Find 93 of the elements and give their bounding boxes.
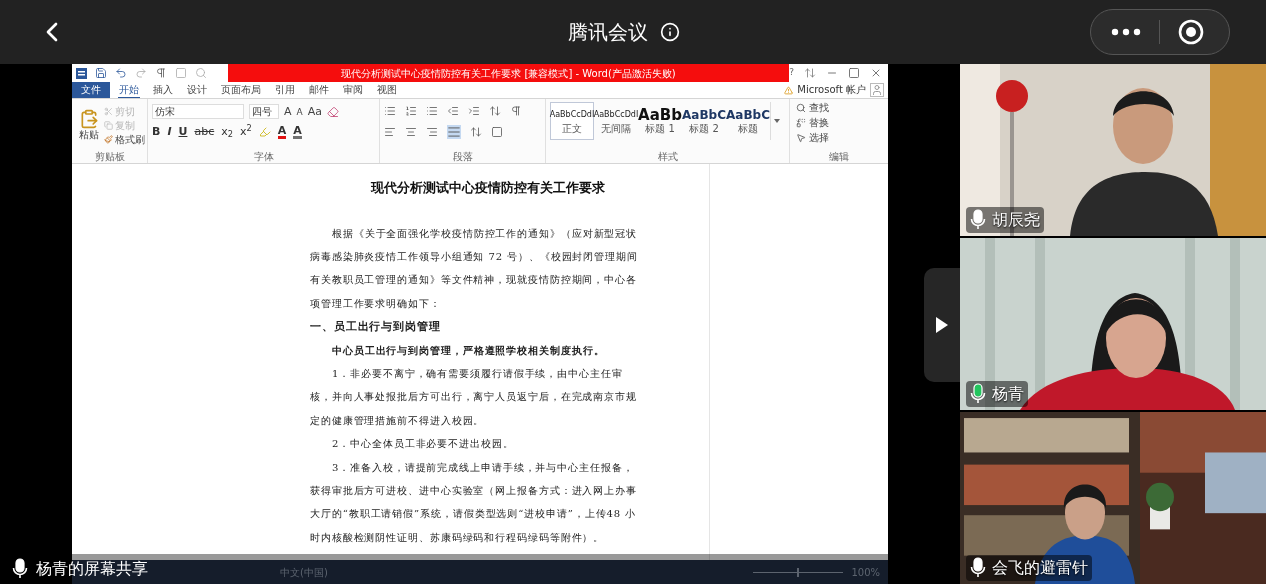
language-status: 中文(中国) xyxy=(280,565,328,580)
avatar-icon[interactable] xyxy=(870,83,884,97)
format-button[interactable]: x$^{2}$ xyxy=(239,126,252,138)
multilevel-list-icon[interactable] xyxy=(426,105,438,117)
font-color-button[interactable]: A xyxy=(293,125,302,139)
font-color-button[interactable]: A xyxy=(277,125,287,139)
copy-icon xyxy=(104,120,113,130)
editing-button[interactable]: 替换 xyxy=(796,116,882,130)
video-tile[interactable]: 胡辰尧 xyxy=(960,64,1266,236)
cursor-icon xyxy=(796,133,806,143)
ribbon-tab[interactable]: 邮件 xyxy=(308,83,330,97)
document-paragraph: 一、员工出行与到岗管理 xyxy=(310,319,442,336)
format-button[interactable]: I xyxy=(167,126,172,138)
ribbon-tab[interactable]: 引用 xyxy=(274,83,296,97)
document-paragraph: 根据《关于全面强化学校疫情防控工作的通知》（应对新型冠状病毒感染肺炎疫情工作领导小组通知 72 号）、《校园封闭管理期间有关教职员工管理的通知》等文件精神，现就疫情防控期间，中心各项管理工作要求明确如下： xyxy=(310,226,639,311)
format-button[interactable]: abc xyxy=(194,126,215,138)
ribbon-group-label: 样式 xyxy=(657,151,678,163)
meeting-title: 腾讯会议 xyxy=(568,19,648,46)
zoom-level: 100% xyxy=(851,565,880,580)
replace-icon xyxy=(796,118,806,128)
editing-button[interactable]: 查找 xyxy=(796,101,882,115)
window-title: 现代分析测试中心疫情防控有关工作要求 [兼容模式] - Word(产品激活失败) xyxy=(341,66,676,81)
account-link[interactable]: Microsoft 帐户 xyxy=(797,84,866,96)
style-option[interactable]: AaBbCcDdI 无间隔 xyxy=(594,102,638,140)
screen-share-label: 杨青的屏幕共享 xyxy=(36,558,148,580)
microphone-icon xyxy=(12,558,28,580)
style-option[interactable]: AaBbCcDdI 正文 xyxy=(550,102,594,140)
format-button[interactable]: B xyxy=(152,126,161,138)
video-tile[interactable]: 杨青 xyxy=(960,238,1266,410)
zoom-slider-thumb[interactable] xyxy=(797,567,800,577)
document-paragraph: 中心员工出行与到岗管理，严格遵照学校相关制度执行。 xyxy=(331,343,606,358)
ribbon-group-label: 剪贴板 xyxy=(93,151,126,163)
maximize-icon[interactable] xyxy=(848,67,860,79)
ribbon-tab[interactable]: 设计 xyxy=(186,83,208,97)
paste-button[interactable]: 粘贴 xyxy=(76,109,102,141)
align-left-icon[interactable] xyxy=(384,126,396,138)
style-option[interactable]: AaBbC 标题 2 xyxy=(682,102,726,140)
play-icon xyxy=(936,317,948,333)
ribbon-tab[interactable]: 视图 xyxy=(376,83,398,97)
record-icon[interactable] xyxy=(1178,19,1204,45)
line-spacing-icon[interactable] xyxy=(470,126,482,138)
shrink-font-button[interactable]: A xyxy=(296,105,303,118)
participant-name: 会飞的避雷针 xyxy=(992,557,1088,579)
undo-icon[interactable] xyxy=(115,67,127,79)
change-case-button[interactable]: Aa xyxy=(307,105,322,118)
collapse-panel-button[interactable] xyxy=(924,268,960,382)
ribbon-tab[interactable]: 开始 xyxy=(118,82,140,98)
bullet-list-icon[interactable] xyxy=(384,105,396,117)
help-button[interactable]: ? xyxy=(789,66,794,80)
document-paragraph: 3．准备入校，请提前完成线上申请手续，并与中心主任报备，获得审批后方可进校、进中心实验室（网上报备方式：进入网上办事大厅的“教职工请销假”系统，请假类型选则“进校申请”，上传48 小时内核酸检测阴性证明、苏康码绿码和行程码绿码等附件）。 xyxy=(310,460,638,545)
scissors-icon xyxy=(104,106,113,116)
participant-name: 胡辰尧 xyxy=(992,209,1040,231)
format-button[interactable]: U xyxy=(178,126,188,138)
warning-icon xyxy=(784,85,794,95)
video-tile[interactable]: 会飞的避雷针 xyxy=(960,412,1266,584)
justify-icon[interactable] xyxy=(447,125,461,139)
clear-format-icon[interactable] xyxy=(326,105,339,118)
align-right-icon[interactable] xyxy=(426,126,438,138)
document-paragraph: 1．非必要不离宁，确有需要须履行请假手续，由中心主任审核，并向人事处报批后方可出行，离宁人员返宁后，在完成南京市规定的健康管理措施前不得进入校园。 xyxy=(310,366,638,428)
ribbon-group-label: 段落 xyxy=(452,151,473,163)
font-name-field[interactable]: 仿宋 xyxy=(152,104,244,119)
decrease-indent-icon[interactable] xyxy=(447,105,459,117)
ribbon-group-label: 编辑 xyxy=(829,151,849,163)
pilcrow-icon[interactable] xyxy=(510,105,522,117)
search-icon xyxy=(796,103,806,113)
style-option[interactable]: AaBbC 标题 xyxy=(726,102,770,140)
border-icon[interactable] xyxy=(491,126,503,138)
brush-icon xyxy=(104,134,113,144)
ribbon-tab[interactable]: 页面布局 xyxy=(220,83,262,97)
format-button[interactable]: x$_{2}$ xyxy=(221,126,233,138)
participant-name: 杨青 xyxy=(992,383,1024,405)
ribbon-tab[interactable]: 插入 xyxy=(152,83,174,97)
align-center-icon[interactable] xyxy=(405,126,417,138)
style-option[interactable]: AaBb 标题 1 xyxy=(638,102,682,140)
editing-button[interactable]: 选择 xyxy=(796,131,882,145)
word-logo-icon xyxy=(76,67,87,79)
document-title: 现代分析测试中心疫情防控有关工作要求 xyxy=(371,179,605,197)
document-paragraph: 2．中心全体员工非必要不进出校园。 xyxy=(331,437,515,452)
font-size-field[interactable]: 四号 xyxy=(249,104,279,119)
capsule-menu[interactable] xyxy=(1090,9,1230,55)
info-icon[interactable] xyxy=(660,22,680,42)
ribbon-tab[interactable]: 审阅 xyxy=(342,83,364,97)
file-tab[interactable]: 文件 xyxy=(72,82,110,98)
sort-icon[interactable] xyxy=(489,105,501,117)
more-icon[interactable] xyxy=(1111,28,1141,36)
grow-font-button[interactable]: A xyxy=(284,105,292,118)
ribbon-group-label: 字体 xyxy=(253,151,274,163)
increase-indent-icon[interactable] xyxy=(468,105,480,117)
close-icon[interactable] xyxy=(870,67,882,79)
clipboard-button[interactable]: 格式刷 xyxy=(104,132,145,146)
numbered-list-icon[interactable] xyxy=(405,105,417,117)
gallery-more-icon[interactable] xyxy=(770,102,782,140)
save-icon[interactable] xyxy=(95,67,107,79)
